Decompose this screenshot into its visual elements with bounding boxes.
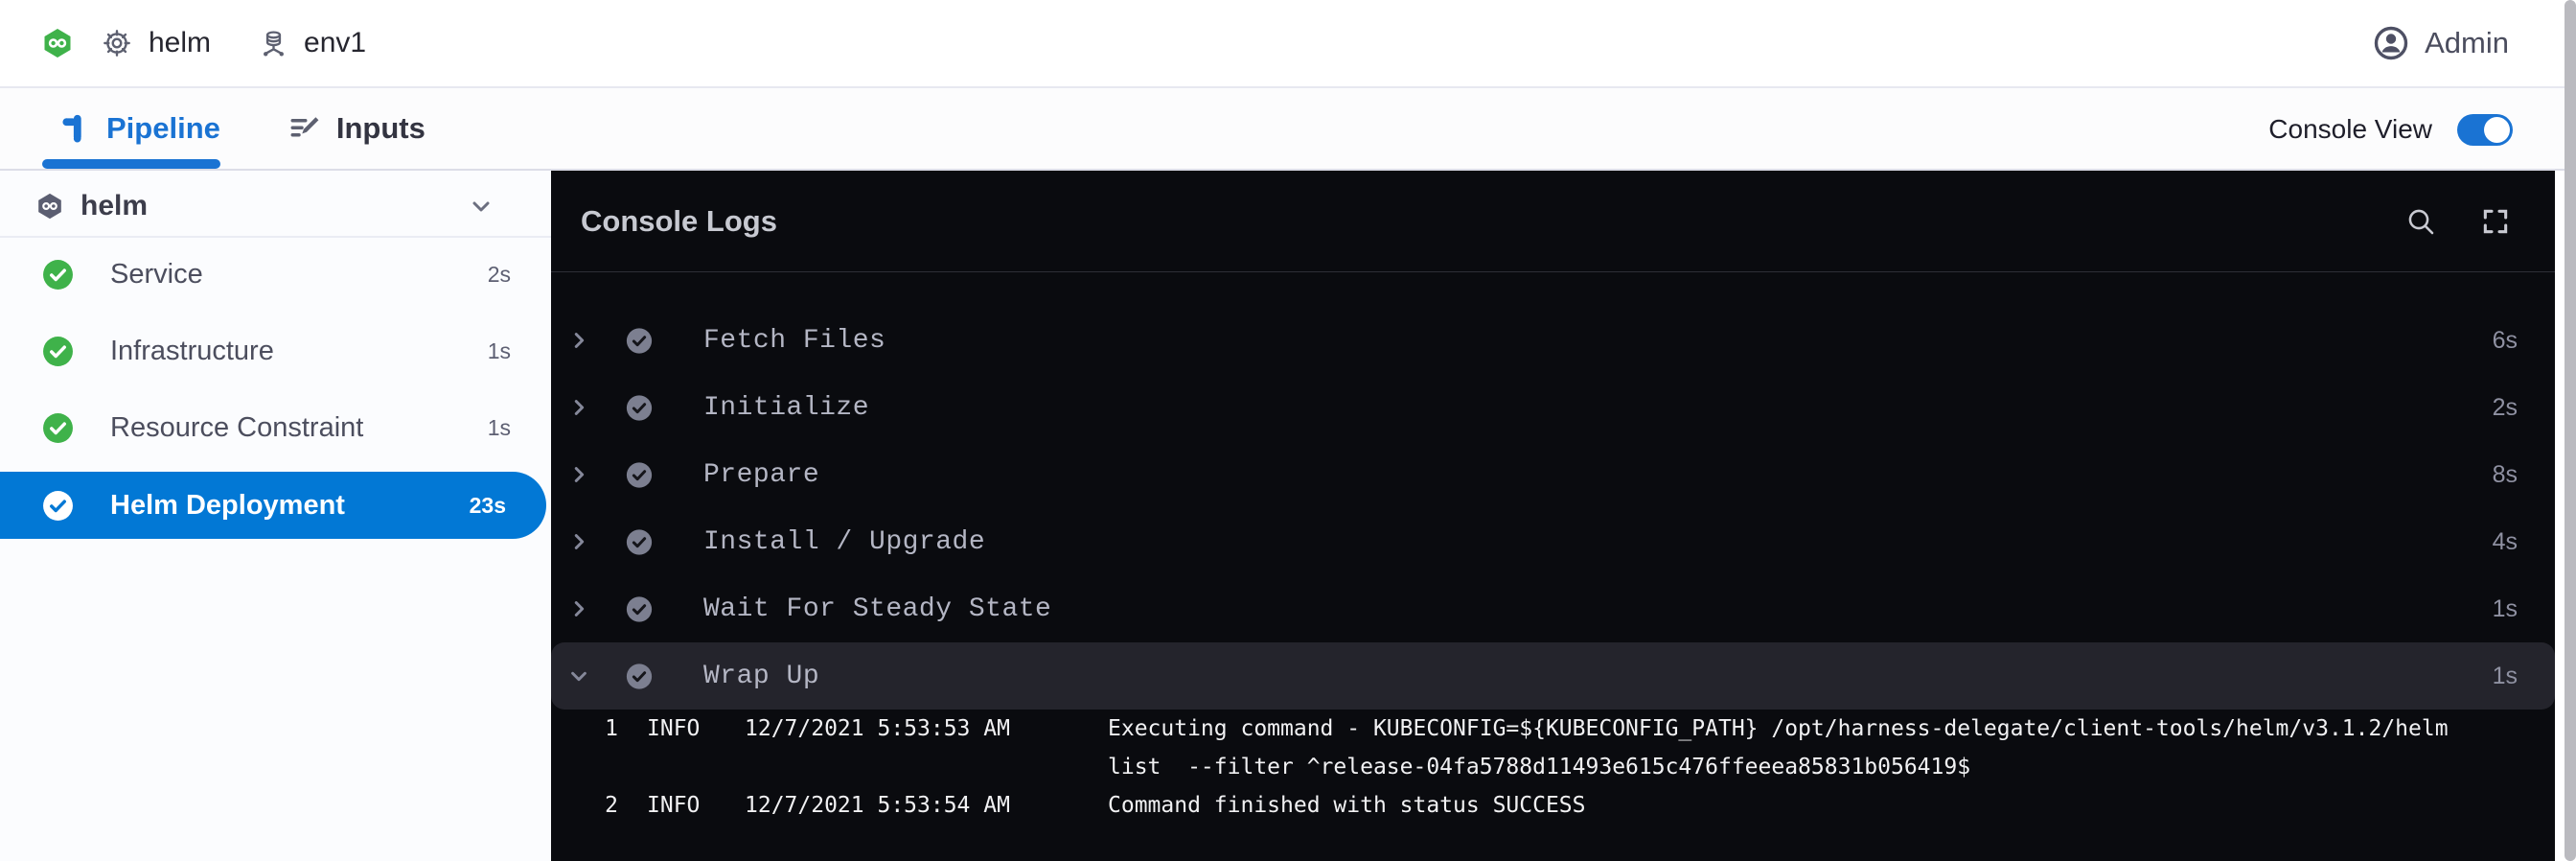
chevron-right-icon: [568, 330, 589, 351]
success-check-icon: [625, 326, 654, 356]
sidebar-step-helm-deployment-selected[interactable]: Helm Deployment 23s: [0, 472, 546, 539]
project-name[interactable]: helm: [149, 27, 211, 59]
success-check-icon: [625, 393, 654, 423]
console-title: Console Logs: [581, 204, 777, 239]
top-bar: helm env1 Admin: [0, 0, 2576, 88]
chevron-right-icon: [568, 598, 589, 619]
console-step-label: Wrap Up: [703, 662, 819, 691]
console-step-wait-for-steady-state[interactable]: Wait For Steady State 1s: [551, 575, 2555, 642]
environment-icon: [259, 29, 288, 58]
success-check-icon: [42, 259, 74, 291]
log-message: list --filter ^release-04fa5788d11493e61…: [1108, 748, 1970, 786]
console-step-duration: 6s: [2493, 327, 2518, 355]
success-check-icon: [42, 490, 74, 522]
tab-inputs[interactable]: Inputs: [288, 88, 426, 169]
log-line-number: 1: [551, 710, 618, 748]
console-step-label: Install / Upgrade: [703, 527, 985, 557]
stage-header-helm[interactable]: helm: [0, 178, 551, 234]
step-duration: 1s: [488, 415, 511, 441]
active-tab-underline: [42, 159, 220, 169]
console-step-wrap-up-expanded[interactable]: Wrap Up 1s: [551, 642, 2555, 710]
tab-pipeline-label: Pipeline: [106, 111, 220, 146]
toggle-knob: [2484, 117, 2510, 143]
step-label: Resource Constraint: [110, 412, 363, 444]
console-step-label: Wait For Steady State: [703, 594, 1051, 624]
console-step-duration: 1s: [2493, 595, 2518, 623]
console-step-label: Prepare: [703, 460, 819, 490]
log-level: INFO: [647, 710, 745, 748]
sidebar-divider: [0, 236, 551, 238]
console-step-duration: 4s: [2493, 528, 2518, 556]
log-timestamp: 12/7/2021 5:53:53 AM: [745, 710, 1032, 748]
console-header: Console Logs: [551, 171, 2555, 272]
user-name: Admin: [2425, 26, 2509, 60]
content-area: helm Service 2s Infrastructure 1s Resour…: [0, 171, 2576, 861]
success-check-icon: [625, 594, 654, 624]
chevron-down-icon: [568, 665, 589, 686]
log-message: Command finished with status SUCCESS: [1108, 786, 1586, 825]
log-line: 2 INFO 12/7/2021 5:53:54 AM Command fini…: [551, 786, 1586, 825]
gear-icon[interactable]: [102, 28, 132, 58]
pipeline-icon: [59, 112, 92, 145]
user-avatar-icon: [2374, 26, 2408, 60]
scrollbar-thumb[interactable]: [2564, 0, 2576, 861]
success-check-icon: [625, 662, 654, 691]
log-level: INFO: [647, 786, 745, 825]
tab-inputs-label: Inputs: [336, 111, 426, 146]
sidebar-step-infrastructure[interactable]: Infrastructure 1s: [0, 317, 551, 384]
console-step-initialize[interactable]: Initialize 2s: [551, 374, 2555, 441]
environment-name[interactable]: env1: [304, 27, 366, 59]
console-step-label: Initialize: [703, 393, 869, 423]
log-line-number: 2: [551, 786, 618, 825]
console-view-label: Console View: [2268, 114, 2432, 145]
step-label: Helm Deployment: [110, 490, 345, 522]
console-view-toggle[interactable]: [2457, 114, 2513, 146]
success-check-icon: [625, 460, 654, 490]
success-check-icon: [42, 412, 74, 444]
step-duration: 1s: [488, 338, 511, 364]
console-logs-panel: Console Logs Fetch Files 6s Initialize 2…: [551, 171, 2555, 861]
step-label: Service: [110, 259, 203, 291]
step-duration: 2s: [488, 262, 511, 288]
log-line-continuation: list --filter ^release-04fa5788d11493e61…: [1108, 748, 1970, 786]
console-step-duration: 1s: [2493, 663, 2518, 690]
console-step-prepare[interactable]: Prepare 8s: [551, 441, 2555, 508]
chevron-right-icon: [568, 531, 589, 552]
log-message: Executing command - KUBECONFIG=${KUBECON…: [1108, 710, 2449, 748]
search-icon[interactable]: [2405, 206, 2436, 237]
console-step-duration: 2s: [2493, 394, 2518, 422]
user-menu[interactable]: Admin: [2374, 26, 2509, 60]
breadcrumb: helm env1: [42, 27, 366, 59]
execution-sidebar: helm Service 2s Infrastructure 1s Resour…: [0, 171, 551, 861]
console-step-install-upgrade[interactable]: Install / Upgrade 4s: [551, 508, 2555, 575]
tab-pipeline[interactable]: Pipeline: [59, 88, 220, 169]
inputs-edit-icon: [288, 111, 322, 146]
log-timestamp: 12/7/2021 5:53:54 AM: [745, 786, 1032, 825]
service-hexagon-icon: [42, 27, 73, 59]
tab-bar: Pipeline Inputs Console View: [0, 88, 2576, 171]
step-duration: 23s: [470, 493, 506, 519]
log-line: 1 INFO 12/7/2021 5:53:53 AM Executing co…: [551, 710, 2449, 748]
sidebar-step-service[interactable]: Service 2s: [0, 241, 551, 308]
fullscreen-icon[interactable]: [2480, 206, 2511, 237]
console-step-duration: 8s: [2493, 461, 2518, 489]
sidebar-step-resource-constraint[interactable]: Resource Constraint 1s: [0, 394, 551, 461]
chevron-down-icon[interactable]: [470, 195, 493, 218]
success-check-icon: [42, 336, 74, 367]
stage-name: helm: [80, 190, 148, 222]
console-step-label: Fetch Files: [703, 326, 886, 356]
console-step-fetch-files[interactable]: Fetch Files 6s: [551, 307, 2555, 374]
success-check-icon: [625, 527, 654, 557]
chevron-right-icon: [568, 464, 589, 485]
step-label: Infrastructure: [110, 336, 274, 367]
chevron-right-icon: [568, 397, 589, 418]
stage-hexagon-icon: [36, 192, 63, 221]
